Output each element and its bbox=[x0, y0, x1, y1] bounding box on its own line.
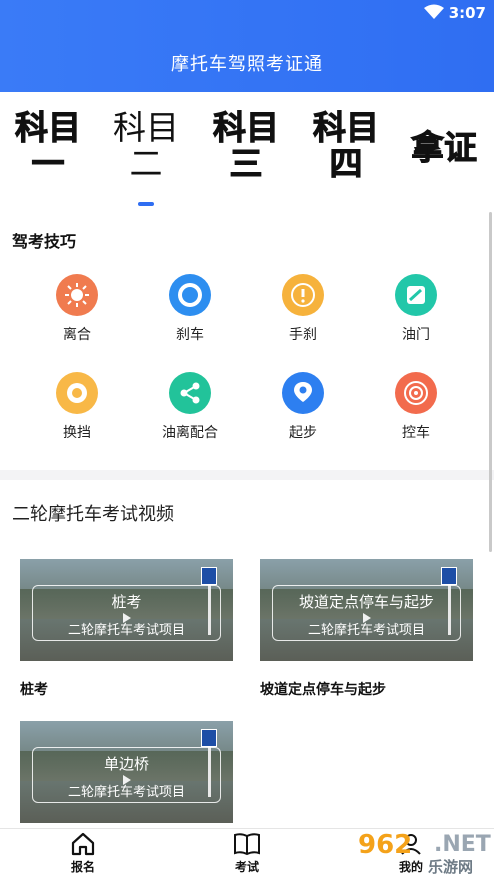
tab-label: 科目 bbox=[15, 108, 82, 147]
watermark-suffix: .NET bbox=[434, 832, 491, 857]
skill-clutch[interactable]: 离合 bbox=[27, 274, 127, 344]
target-icon bbox=[395, 372, 437, 414]
skills-card: 驾考技巧 离合 刹车 手刹 油门 换挡 油离配合 起步 控车 bbox=[0, 212, 494, 470]
video-item[interactable]: 桩考 二轮摩托车考试项目 桩考 bbox=[20, 559, 233, 699]
tab-subject-4[interactable]: 科目 四 bbox=[306, 108, 386, 183]
tab-indicator bbox=[138, 202, 154, 206]
tab-subject-1[interactable]: 科目 一 bbox=[8, 108, 88, 183]
video-caption: 坡道定点停车与起步 bbox=[260, 682, 386, 698]
tab-label: 一 bbox=[31, 144, 65, 183]
thumb-title: 单边桥 bbox=[103, 755, 149, 773]
nav-label: 报名 bbox=[70, 860, 95, 874]
nav-label: 考试 bbox=[234, 860, 259, 874]
book-icon bbox=[217, 832, 277, 856]
tab-label: 拿证 bbox=[411, 128, 478, 167]
skill-control[interactable]: 控车 bbox=[366, 372, 466, 442]
share-icon bbox=[169, 372, 211, 414]
skill-label: 离合 bbox=[63, 327, 91, 343]
sun-icon bbox=[56, 274, 98, 316]
skill-start[interactable]: 起步 bbox=[253, 372, 353, 442]
tab-get-license[interactable]: 拿证 bbox=[404, 128, 484, 167]
watermark-logo: 962 .NET 乐游网 bbox=[358, 830, 492, 876]
tab-label: 科目 bbox=[113, 108, 179, 147]
skill-shift[interactable]: 换挡 bbox=[27, 372, 127, 442]
app-header: 3:07 摩托车驾照考证通 bbox=[0, 0, 494, 92]
watermark-brand: 962 bbox=[358, 830, 413, 860]
tab-label: 三 bbox=[229, 144, 263, 183]
tab-label: 二 bbox=[129, 144, 163, 183]
thumb-subtitle: 二轮摩托车考试项目 bbox=[67, 623, 185, 638]
thumb-title: 坡道定点停车与起步 bbox=[298, 593, 434, 611]
scrollbar[interactable] bbox=[489, 212, 492, 552]
tab-subject-2[interactable]: 科目 二 bbox=[106, 110, 186, 182]
skill-throttle[interactable]: 油门 bbox=[366, 274, 466, 344]
thumb-subtitle: 二轮摩托车考试项目 bbox=[67, 785, 185, 800]
nav-signup[interactable]: 报名 bbox=[53, 832, 113, 875]
tab-label: 科目 bbox=[213, 108, 280, 147]
skill-brake[interactable]: 刹车 bbox=[140, 274, 240, 344]
pedal-icon bbox=[395, 274, 437, 316]
skill-handbrake[interactable]: 手刹 bbox=[253, 274, 353, 344]
videos-card: 二轮摩托车考试视频 桩考 二轮摩托车考试项目 桩考 坡道定点停车与起步 二轮摩托… bbox=[0, 480, 494, 830]
status-time: 3:07 bbox=[448, 4, 486, 22]
skill-label: 刹车 bbox=[176, 327, 204, 343]
video-item[interactable]: 单边桥 二轮摩托车考试项目 bbox=[20, 721, 233, 823]
skill-label: 控车 bbox=[402, 425, 430, 441]
skill-label: 手刹 bbox=[289, 327, 317, 343]
alert-icon bbox=[282, 274, 324, 316]
skill-label: 油门 bbox=[402, 327, 430, 343]
thumb-subtitle: 二轮摩托车考试项目 bbox=[307, 623, 425, 638]
skill-label: 起步 bbox=[289, 425, 317, 441]
home-icon bbox=[53, 832, 113, 856]
wifi-icon bbox=[424, 4, 444, 19]
thumb-title: 桩考 bbox=[111, 593, 142, 611]
video-thumbnail[interactable]: 单边桥 二轮摩托车考试项目 bbox=[20, 721, 233, 823]
video-thumbnail[interactable]: 桩考 二轮摩托车考试项目 bbox=[20, 559, 233, 661]
skill-coordination[interactable]: 油离配合 bbox=[140, 372, 240, 442]
video-thumbnail[interactable]: 坡道定点停车与起步 二轮摩托车考试项目 bbox=[260, 559, 473, 661]
video-caption: 桩考 bbox=[20, 682, 48, 698]
nav-exam[interactable]: 考试 bbox=[217, 832, 277, 875]
videos-title: 二轮摩托车考试视频 bbox=[12, 504, 174, 525]
subject-tabs: 科目 一 科目 二 科目 三 科目 四 拿证 bbox=[0, 92, 494, 212]
watermark-cn: 乐游网 bbox=[428, 858, 474, 876]
gear-icon bbox=[56, 372, 98, 414]
tab-label: 四 bbox=[329, 144, 363, 183]
skill-label: 换挡 bbox=[63, 425, 91, 441]
brake-icon bbox=[169, 274, 211, 316]
page-title: 摩托车驾照考证通 bbox=[171, 54, 323, 75]
location-icon bbox=[282, 372, 324, 414]
video-item[interactable]: 坡道定点停车与起步 二轮摩托车考试项目 坡道定点停车与起步 bbox=[260, 559, 473, 699]
tab-label: 科目 bbox=[313, 108, 380, 147]
tab-subject-3[interactable]: 科目 三 bbox=[206, 108, 286, 183]
skills-title: 驾考技巧 bbox=[12, 232, 77, 251]
skill-label: 油离配合 bbox=[162, 425, 218, 441]
